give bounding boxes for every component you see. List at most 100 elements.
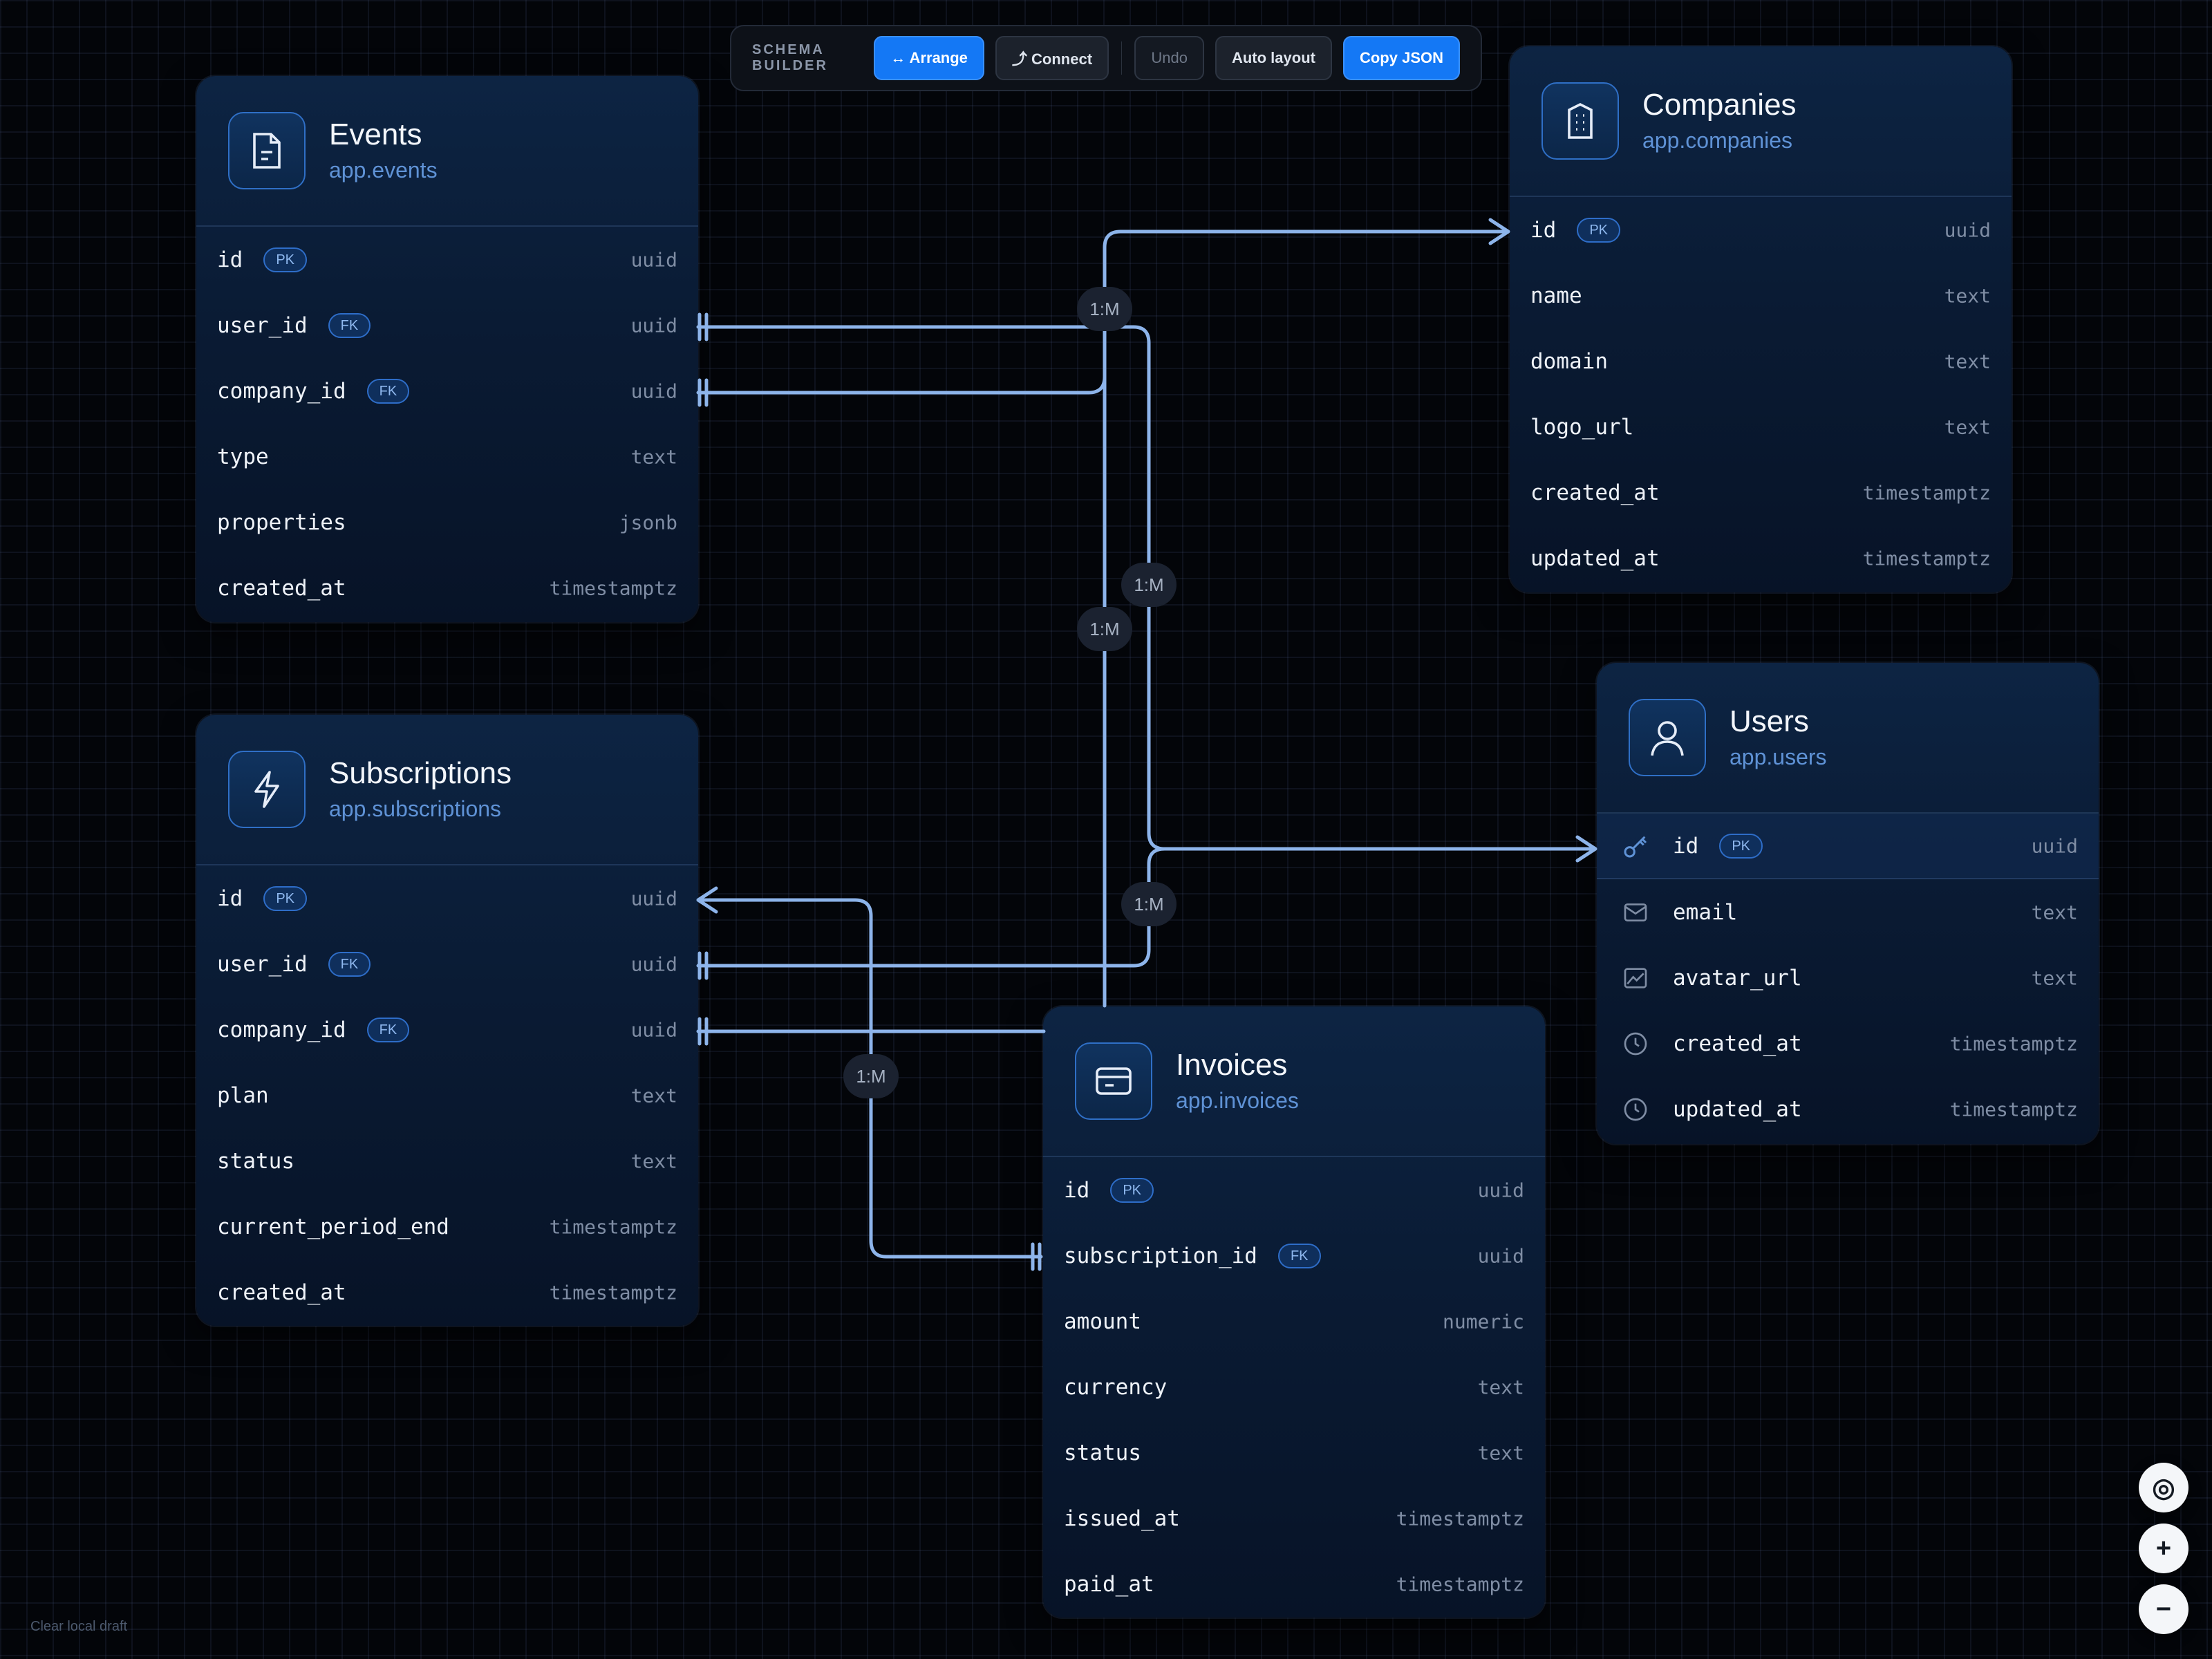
undo-button[interactable]: Undo bbox=[1134, 36, 1204, 80]
table-card-companies[interactable]: Companies app.companies id PK uuid name tex… bbox=[1510, 46, 2012, 592]
field-row[interactable]: avatar_url text bbox=[1597, 945, 2099, 1011]
field-list: id PK uuid email text avatar_url text create… bbox=[1597, 814, 2099, 1142]
field-row[interactable]: issued_at timestamptz bbox=[1043, 1485, 1545, 1551]
link-subscriptions-company-to-companies bbox=[696, 375, 1107, 1033]
field-row[interactable]: properties jsonb bbox=[196, 489, 698, 555]
field-name: email bbox=[1673, 899, 1738, 925]
field-row[interactable]: currency text bbox=[1043, 1354, 1545, 1420]
field-type: timestamptz bbox=[1862, 481, 1991, 504]
field-type: uuid bbox=[2031, 834, 2078, 857]
toolbar: SCHEMA BUILDER ↔ Arrange ⤴ Connect Undo … bbox=[730, 25, 1482, 91]
table-subtitle: app.events bbox=[329, 158, 438, 182]
field-row[interactable]: user_id FK uuid bbox=[196, 931, 698, 997]
fit-view-button[interactable]: ◎ bbox=[2139, 1463, 2188, 1512]
field-name: subscription_id bbox=[1064, 1243, 1257, 1268]
table-header[interactable]: Invoices app.invoices bbox=[1043, 1006, 1545, 1157]
field-row[interactable]: created_at timestamptz bbox=[196, 1259, 698, 1325]
field-type: text bbox=[1944, 350, 1991, 373]
field-type: timestamptz bbox=[549, 577, 677, 599]
field-row[interactable]: paid_at timestamptz bbox=[1043, 1551, 1545, 1617]
field-row[interactable]: created_at timestamptz bbox=[1510, 460, 2012, 525]
field-name: id bbox=[217, 247, 243, 272]
clear-draft-link[interactable]: Clear local draft bbox=[30, 1619, 127, 1635]
table-header[interactable]: Events app.events bbox=[196, 76, 698, 227]
field-type: uuid bbox=[1944, 218, 1991, 241]
auto-layout-button[interactable]: Auto layout bbox=[1215, 36, 1332, 80]
zoom-in-button[interactable]: + bbox=[2139, 1524, 2188, 1573]
minus-icon: − bbox=[2155, 1594, 2172, 1624]
relation-chip[interactable]: 1:M bbox=[1121, 563, 1177, 607]
table-card-events[interactable]: Events app.events id PK uuid user_id FK uuid… bbox=[196, 76, 698, 622]
pk-badge: PK bbox=[1110, 1177, 1154, 1203]
table-title: Users bbox=[1730, 704, 1809, 738]
field-row[interactable]: updated_at timestamptz bbox=[1597, 1076, 2099, 1142]
field-name: domain bbox=[1530, 348, 1608, 374]
pk-badge: PK bbox=[263, 885, 308, 911]
field-type: timestamptz bbox=[1862, 547, 1991, 570]
field-type: uuid bbox=[630, 248, 677, 271]
field-row[interactable]: id PK uuid bbox=[1510, 197, 2012, 263]
pk-badge: PK bbox=[1719, 833, 1763, 859]
field-row[interactable]: created_at timestamptz bbox=[196, 555, 698, 621]
table-header[interactable]: Subscriptions app.subscriptions bbox=[196, 715, 698, 865]
field-name: created_at bbox=[217, 1280, 346, 1305]
field-type: numeric bbox=[1442, 1310, 1524, 1333]
field-name: updated_at bbox=[1530, 545, 1660, 571]
toolbar-divider bbox=[1121, 41, 1123, 75]
relation-chip[interactable]: 1:M bbox=[1121, 882, 1177, 926]
field-name: name bbox=[1530, 283, 1582, 308]
field-type: uuid bbox=[630, 379, 677, 402]
field-row[interactable]: updated_at timestamptz bbox=[1510, 525, 2012, 591]
field-type: timestamptz bbox=[1949, 1098, 2078, 1121]
field-row[interactable]: name text bbox=[1510, 263, 2012, 328]
field-name: user_id bbox=[217, 951, 308, 977]
copy-json-button[interactable]: Copy JSON bbox=[1342, 36, 1460, 80]
plus-icon: + bbox=[2155, 1533, 2172, 1563]
table-title: Invoices bbox=[1176, 1048, 1288, 1082]
field-list: id PK uuid name text domain text logo_url tex… bbox=[1510, 197, 2012, 591]
zoom-out-button[interactable]: − bbox=[2139, 1584, 2188, 1634]
link-subscriptions-company-crowfoot bbox=[697, 1017, 709, 1046]
field-row[interactable]: id PK uuid bbox=[1597, 814, 2099, 879]
field-type: uuid bbox=[1477, 1244, 1524, 1267]
field-row[interactable]: email text bbox=[1597, 879, 2099, 945]
field-row[interactable]: company_id FK uuid bbox=[196, 997, 698, 1062]
field-row[interactable]: type text bbox=[196, 424, 698, 489]
field-row[interactable]: current_period_end timestamptz bbox=[196, 1194, 698, 1259]
field-name: plan bbox=[217, 1082, 269, 1108]
mail-icon bbox=[1624, 903, 1647, 921]
field-row[interactable]: status text bbox=[196, 1128, 698, 1194]
field-name: id bbox=[217, 885, 243, 911]
field-name: id bbox=[1530, 217, 1557, 243]
table-card-invoices[interactable]: Invoices app.invoices id PK uuid subscript… bbox=[1043, 1006, 1545, 1618]
field-row[interactable]: id PK uuid bbox=[1043, 1157, 1545, 1223]
connect-button[interactable]: ⤴ Connect bbox=[995, 36, 1109, 80]
table-card-subscriptions[interactable]: Subscriptions app.subscriptions id PK uuid… bbox=[196, 715, 698, 1326]
field-row[interactable]: logo_url text bbox=[1510, 394, 2012, 460]
field-type: uuid bbox=[630, 314, 677, 337]
document-icon bbox=[228, 112, 306, 189]
field-row[interactable]: id PK uuid bbox=[196, 865, 698, 931]
relation-chip[interactable]: 1:M bbox=[1077, 287, 1132, 331]
field-row[interactable]: plan text bbox=[196, 1062, 698, 1128]
field-row[interactable]: created_at timestamptz bbox=[1597, 1011, 2099, 1076]
field-row[interactable]: user_id FK uuid bbox=[196, 292, 698, 358]
field-row[interactable]: id PK uuid bbox=[196, 227, 698, 292]
building-icon bbox=[1541, 82, 1619, 160]
table-card-users[interactable]: Users app.users id PK uuid email text avata… bbox=[1597, 663, 2099, 1144]
field-row[interactable]: status text bbox=[1043, 1420, 1545, 1485]
table-header[interactable]: Users app.users bbox=[1597, 663, 2099, 814]
toolbar-label: SCHEMA BUILDER bbox=[752, 42, 828, 73]
clock-icon bbox=[1624, 1032, 1647, 1055]
field-row[interactable]: company_id FK uuid bbox=[196, 358, 698, 424]
relation-chip[interactable]: 1:M bbox=[843, 1054, 899, 1098]
user-icon bbox=[1629, 699, 1706, 776]
field-row[interactable]: amount numeric bbox=[1043, 1288, 1545, 1354]
field-row[interactable]: subscription_id FK uuid bbox=[1043, 1223, 1545, 1288]
relation-chip[interactable]: 1:M bbox=[1077, 607, 1132, 651]
table-header[interactable]: Companies app.companies bbox=[1510, 46, 2012, 197]
field-name: id bbox=[1064, 1177, 1090, 1203]
lightning-icon bbox=[228, 751, 306, 828]
arrange-button[interactable]: ↔ Arrange bbox=[874, 36, 984, 80]
field-row[interactable]: domain text bbox=[1510, 328, 2012, 394]
